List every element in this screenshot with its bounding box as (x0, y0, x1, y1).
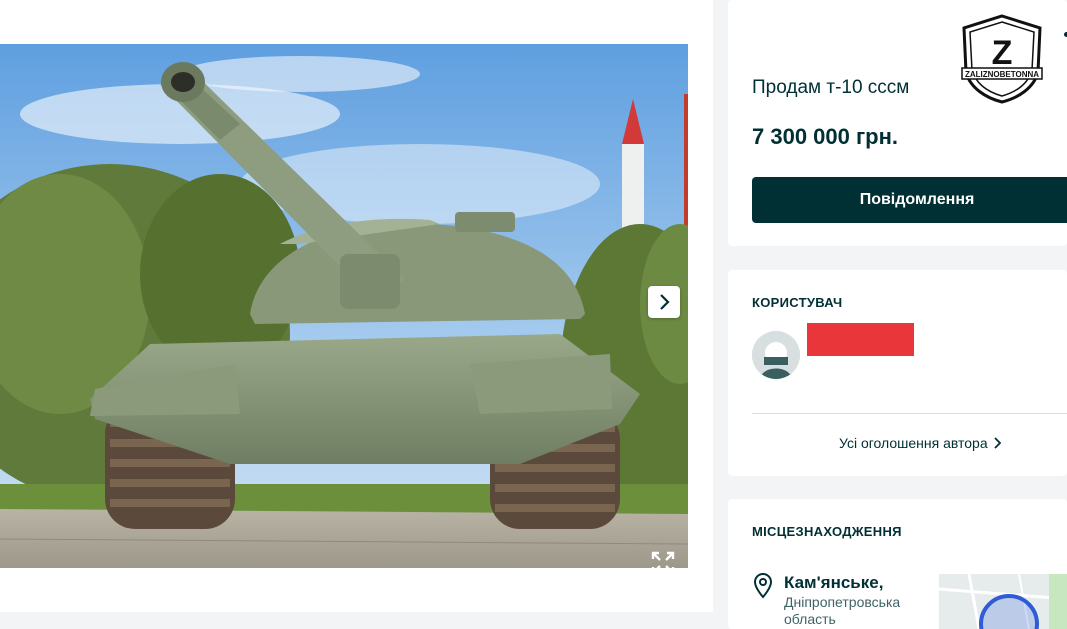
svg-text:Z: Z (992, 34, 1013, 72)
chevron-right-icon (660, 294, 670, 310)
listing-photo[interactable] (0, 44, 688, 568)
location-map[interactable] (939, 574, 1067, 629)
all-ads-label: Усі оголошення автора (839, 435, 988, 451)
redacted-username (807, 323, 914, 356)
expand-icon (651, 551, 675, 575)
tank-photo (0, 44, 688, 568)
location-section-title: МІСЦЕЗНАХОДЖЕННЯ (752, 524, 902, 539)
svg-text:ZALIZNOBETONNA: ZALIZNOBETONNA (965, 70, 1039, 79)
watermark-logo: Z ZALIZNOBETONNA (961, 14, 1043, 104)
map-thumbnail (939, 574, 1067, 629)
city: Кам'янське, (784, 573, 884, 592)
region: Дніпропетровська область (784, 594, 901, 627)
location-card: МІСЦЕЗНАХОДЖЕННЯ Кам'янське, Дніпропетро… (728, 499, 1067, 629)
user-card: КОРИСТУВАЧ Усі оголошення автора (728, 270, 1067, 476)
ad-title: Продам т-10 сссм (752, 77, 910, 98)
next-photo-button[interactable] (648, 286, 680, 318)
fullscreen-button[interactable] (648, 548, 678, 578)
default-avatar-icon (752, 331, 800, 379)
all-author-ads-link[interactable]: Усі оголошення автора (839, 435, 1002, 451)
ad-price: 7 300 000 грн. (752, 124, 898, 149)
user-section-title: КОРИСТУВАЧ (752, 295, 843, 310)
ad-info-card: Z ZALIZNOBETONNA Продам т-10 сссм 7 300 … (728, 0, 1067, 246)
avatar[interactable] (752, 331, 800, 379)
chevron-right-icon (993, 437, 1001, 449)
gallery-card (0, 0, 713, 612)
divider (752, 413, 1067, 414)
map-pin-icon (753, 573, 773, 599)
message-button[interactable]: Повідомлення (752, 177, 1067, 223)
